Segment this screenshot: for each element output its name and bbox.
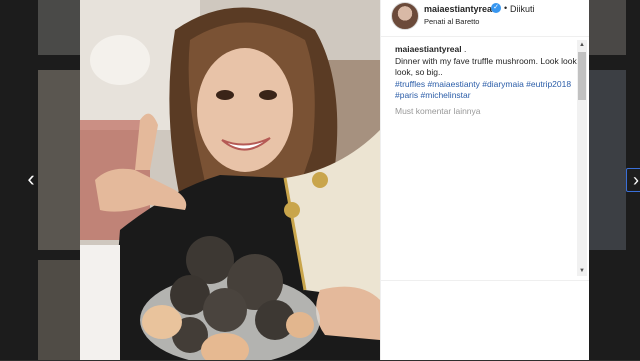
- post-username[interactable]: maiaestiantyreal: [424, 4, 495, 14]
- post-header: maiaestiantyreal ✓ • Diikuti Penati al B…: [381, 0, 589, 37]
- next-post-button[interactable]: ›: [626, 168, 640, 192]
- more-comments-link[interactable]: Must komentar lainnya: [395, 106, 577, 118]
- avatar[interactable]: [391, 2, 419, 30]
- background-thumbnail: [38, 0, 80, 55]
- previous-post-button[interactable]: ‹: [20, 168, 42, 190]
- comments-scrollbar[interactable]: ▲ ▼: [577, 40, 587, 276]
- separator-dot: •: [504, 3, 508, 13]
- post-footer: [381, 280, 589, 361]
- comments-area: maiaestiantyreal . Dinner with my fave t…: [395, 44, 577, 274]
- background-thumbnail: [38, 260, 80, 360]
- scroll-up-arrow-icon[interactable]: ▲: [577, 40, 587, 50]
- background-thumbnail: [38, 70, 80, 250]
- post-details-panel: maiaestiantyreal ✓ • Diikuti Penati al B…: [380, 0, 589, 360]
- scroll-down-arrow-icon[interactable]: ▼: [577, 266, 587, 276]
- background-thumbnail: [586, 0, 626, 55]
- caption: maiaestiantyreal . Dinner with my fave t…: [395, 44, 577, 117]
- post-photo: [80, 0, 380, 360]
- caption-text: Dinner with my fave truffle mushroom. Lo…: [395, 55, 577, 78]
- post-location[interactable]: Penati al Baretto: [424, 17, 479, 26]
- hashtag-links[interactable]: #truffles #maiaestianty #diarymaia #eutr…: [395, 79, 571, 101]
- caption-username[interactable]: maiaestiantyreal: [395, 44, 462, 54]
- caption-hashtags[interactable]: #truffles #maiaestianty #diarymaia #eutr…: [395, 79, 577, 102]
- caption-suffix: .: [464, 44, 467, 54]
- scroll-thumb[interactable]: [578, 52, 586, 100]
- follow-button[interactable]: Diikuti: [510, 4, 535, 14]
- verified-badge-icon: ✓: [491, 3, 501, 13]
- background-thumbnail: [586, 70, 626, 250]
- photo-illustration: [80, 0, 380, 360]
